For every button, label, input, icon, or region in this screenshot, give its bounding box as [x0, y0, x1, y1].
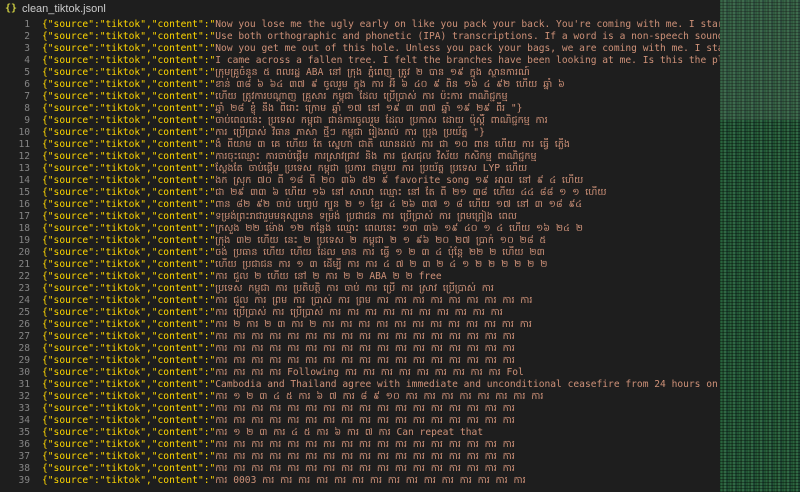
minimap-slider[interactable] — [720, 0, 800, 120]
json-prefix: {"source":"tiktok","content":" — [42, 235, 216, 246]
json-prefix: {"source":"tiktok","content":" — [42, 211, 216, 222]
json-prefix: {"source":"tiktok","content":" — [42, 319, 216, 330]
code-content: ក្រសួង ២២ ម៉ោង ១២ កន្លែង ឈ្មោះ ពេលនេះ ១៣… — [215, 223, 583, 234]
breadcrumb-file-name[interactable]: clean_tiktok.jsonl — [22, 3, 106, 15]
code-content: ការ ១ ២ ៣ ការ ៤ ៥ ការ ៦ ការ ៧ ការ Can re… — [215, 427, 484, 438]
code-content: ចាប់ពេលនេះ ប្រទេស កម្ពុជា ជាន់ការចូលរួម … — [215, 115, 548, 126]
code-content: ហើយ ត្រូវការបណ្ដាញ គ្រួសារ កម្ពុជា ដែល ប… — [215, 91, 508, 102]
json-prefix: {"source":"tiktok","content":" — [42, 427, 216, 438]
json-prefix: {"source":"tiktok","content":" — [42, 415, 216, 426]
code-content: ការ ប្រើប្រាស់ វិធាន ភាសា ថ្មីៗ កម្ពុជា … — [215, 127, 485, 138]
code-content: ទម្រង់ព្រះរាជារួមមនុស្សមាន ទម្រង់ ប្រជាជ… — [215, 211, 517, 222]
code-content: Cambodia and Thailand agree with immedia… — [215, 379, 720, 390]
json-prefix: {"source":"tiktok","content":" — [42, 463, 216, 474]
json-prefix: {"source":"tiktok","content":" — [42, 43, 216, 54]
json-prefix: {"source":"tiktok","content":" — [42, 307, 216, 318]
json-prefix: {"source":"tiktok","content":" — [42, 19, 216, 30]
code-content: ការ ការ ការ ការ ការ ការ ការ ការ ការ ការ … — [215, 439, 515, 450]
code-content: Use both orthographic and phonetic (IPA)… — [215, 31, 720, 42]
json-prefix: {"source":"tiktok","content":" — [42, 115, 216, 126]
code-content: ការ ជួល ២ ហើយ នៅ ២ ការ ២ ២ ABA ២ ២ free — [215, 271, 442, 282]
code-editor[interactable]: 1 {"source":"tiktok","content":"Now you l… — [0, 18, 720, 492]
json-prefix: {"source":"tiktok","content":" — [42, 439, 216, 450]
json-prefix: {"source":"tiktok","content":" — [42, 259, 216, 270]
code-content: ការ ប្រើប្រាស់ ការ ប្រើប្រាស់ ការ ការ កា… — [215, 307, 503, 318]
json-prefix: {"source":"tiktok","content":" — [42, 295, 216, 306]
code-content: ក្រុង ៣២ ហើយ នេះ ២ ប្រទេស ២ កម្ពុជា ២ ១ … — [215, 235, 547, 246]
code-content: ការចុះឈ្មោះ ការចាប់ផ្ដើម ការស្រាវជ្រាវ ន… — [215, 151, 537, 162]
breadcrumb[interactable]: {} clean_tiktok.jsonl — [0, 0, 720, 18]
code-content: ការ ការ ការ ការ ការ ការ ការ ការ ការ ការ … — [215, 331, 515, 342]
json-prefix: {"source":"tiktok","content":" — [42, 67, 216, 78]
code-content: ខាន់ ៣៨ ៦ ៦៤ ៣៧ ៩ ចូលរួម ក្នុង ការ អ៊ី ៦… — [215, 79, 565, 90]
json-prefix: {"source":"tiktok","content":" — [42, 151, 216, 162]
json-prefix: {"source":"tiktok","content":" — [42, 79, 216, 90]
json-file-icon: {} — [4, 3, 18, 14]
json-prefix: {"source":"tiktok","content":" — [42, 223, 216, 234]
json-prefix: {"source":"tiktok","content":" — [42, 367, 216, 378]
code-content: ការ ជួល ការ ព្រម ការ ប្រាស់ ការ ព្រម ការ… — [215, 295, 533, 306]
code-content: ក្រុមគ្រូចំនួន ៥ ពលរដ្ឋ ABA នៅ ក្រុង ភ្ន… — [215, 67, 530, 78]
json-prefix: {"source":"tiktok","content":" — [42, 139, 216, 150]
json-prefix: {"source":"tiktok","content":" — [42, 355, 216, 366]
json-prefix: {"source":"tiktok","content":" — [42, 331, 216, 342]
json-prefix: {"source":"tiktok","content":" — [42, 247, 216, 258]
code-content: ចង់ ប្រធាន ហើយ ហើយ ដែល មាន ការ ធ្វើ ១ ២ … — [215, 247, 545, 258]
code-content: ការ ២ ការ ២ ៣ ការ ២ ការ ការ ការ ការ ការ … — [215, 319, 532, 330]
json-prefix: {"source":"tiktok","content":" — [42, 103, 216, 114]
json-prefix: {"source":"tiktok","content":" — [42, 91, 216, 102]
json-prefix: {"source":"tiktok","content":" — [42, 343, 216, 354]
code-content: ងក ស្រុក ៧០ ពី ១៨ ពី ២០ ៣៦ ៥២ ៩ favorite… — [215, 175, 584, 186]
code-content: ហើយ ប្រជាជន ការ ១ ៣ ដើម្បី ការ ការ ៤ ៧ ២… — [215, 259, 548, 270]
json-prefix: {"source":"tiktok","content":" — [42, 283, 216, 294]
code-content: I came across a fallen tree. I felt the … — [215, 55, 720, 66]
code-content: ងំ ពីយាម ៣ គេ ហើយ តែ ស្នេហា ជាតិ ឈានដល់ … — [215, 139, 571, 150]
json-prefix: {"source":"tiktok","content":" — [42, 55, 216, 66]
json-prefix: {"source":"tiktok","content":" — [42, 175, 216, 186]
code-content: ការ ការ ការ ការ ការ ការ ការ ការ ការ ការ … — [215, 451, 515, 462]
code-content: Now you get me out of this hole. Unless … — [215, 43, 720, 54]
code-content: ការ ការ ការ ការ Following ការ ការ ការ កា… — [215, 367, 524, 378]
code-content: ជា ២៩ ៣៣ ៦ ហើយ ១៦ នៅ សាលា ឈ្មោះ នៅ តែ ពី… — [215, 187, 607, 198]
json-prefix: {"source":"tiktok","content":" — [42, 187, 216, 198]
code-content: ការ ការ ការ ការ ការ ការ ការ ការ ការ ការ … — [215, 343, 515, 354]
json-prefix: {"source":"tiktok","content":" — [42, 163, 216, 174]
line-number: 39 — [18, 475, 30, 486]
json-prefix: {"source":"tiktok","content":" — [42, 475, 216, 486]
code-content: ការ ការ ការ ការ ការ ការ ការ ការ ការ ការ … — [215, 355, 515, 366]
code-content: Now you lose me the ugly early on like y… — [215, 19, 720, 30]
json-prefix: {"source":"tiktok","content":" — [42, 451, 216, 462]
code-content: ការ ១ ២ ៣ ៤ ៥ ការ ៦ ៧ ការ ៨ ៩ ១០ ការ ការ… — [215, 391, 544, 402]
json-prefix: {"source":"tiktok","content":" — [42, 127, 216, 138]
code-content: ប្រទេស កម្ពុជា ការ ប្រតិបត្តិ ការ ចាប់ ក… — [215, 283, 494, 294]
code-content: ឆ្នាំ ២៨ ខ្ញុំ នឹង ពីរោះ ក្រោម ឆ្នាំ ១៧ … — [215, 103, 523, 114]
json-prefix: {"source":"tiktok","content":" — [42, 31, 216, 42]
code-content: ស្ដែងតែ ចាប់ផ្ដើម ប្រទេស កម្ពុជា ប្រការ … — [215, 163, 528, 174]
code-line[interactable]: 39 {"source":"tiktok","content":"ការ 0003… — [0, 474, 720, 487]
code-content: ការ ការ ការ ការ ការ ការ ការ ការ ការ ការ … — [215, 403, 515, 414]
code-content: ការ ការ ការ ការ ការ ការ ការ ការ ការ ការ … — [215, 463, 515, 474]
code-content: ការ 0003 ការ ការ ការ ការ ការ ការ ការ ការ… — [215, 475, 526, 486]
json-prefix: {"source":"tiktok","content":" — [42, 379, 216, 390]
json-prefix: {"source":"tiktok","content":" — [42, 403, 216, 414]
minimap-panel[interactable] — [720, 0, 800, 492]
json-prefix: {"source":"tiktok","content":" — [42, 199, 216, 210]
code-content: ការ ការ ការ ការ ការ ការ ការ ការ ការ ការ … — [215, 415, 515, 426]
json-prefix: {"source":"tiktok","content":" — [42, 271, 216, 282]
code-content: ពាន ៨២ ៩២ ចាប់ បញ្ចប់ ក្បួន ២ ១ ខ្មែរ ៤ … — [215, 199, 583, 210]
json-prefix: {"source":"tiktok","content":" — [42, 391, 216, 402]
